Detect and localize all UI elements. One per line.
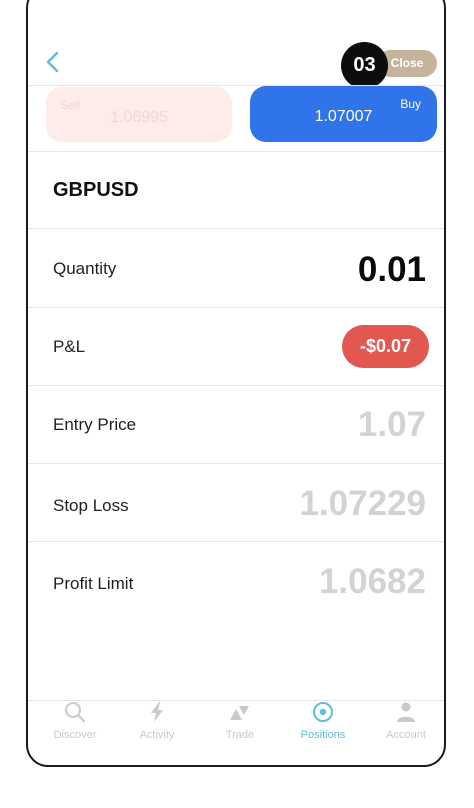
step-badge: 03 [341,42,388,89]
tab-discover[interactable]: Discover [33,693,117,765]
tab-label: Discover [53,729,97,741]
divider [28,541,444,542]
divider [28,307,444,308]
chevron-left-icon[interactable] [42,50,64,74]
tab-label: Account [386,729,426,741]
divider [28,228,444,229]
tab-label: Trade [225,729,255,741]
divider [28,463,444,464]
sell-price: 1.06995 [110,109,168,126]
buy-price: 1.07007 [314,108,373,125]
trade-icon [230,706,249,720]
tab-account[interactable]: Account [364,693,444,765]
stop-loss-label: Stop Loss [53,496,129,515]
tab-bar: Discover Activity Trade Positions Accoun… [28,693,444,765]
quantity-label: Quantity [53,259,117,278]
tab-label: Positions [300,729,346,741]
pnl-label: P&L [53,337,86,356]
divider [28,151,444,152]
pnl-badge: -$0.07 [342,325,429,368]
tab-trade[interactable]: Trade [198,693,282,765]
phone-frame: Close 03 Sell 1.06995 Buy 1.07007 GBPUSD… [26,0,446,767]
entry-price-label: Entry Price [53,415,137,434]
tab-label: Activity [139,729,175,741]
person-icon [397,702,415,722]
search-icon [65,702,86,723]
buy-button[interactable]: Buy 1.07007 [250,86,437,142]
tab-positions[interactable]: Positions [281,693,365,765]
quantity-value: 0.01 [357,250,426,289]
tab-activity[interactable]: Activity [115,693,199,765]
profit-limit-label: Profit Limit [53,574,134,593]
lightning-icon [151,702,163,722]
instrument-symbol: GBPUSD [53,179,139,201]
stop-loss-value[interactable]: 1.07229 [299,484,426,524]
divider [28,385,444,386]
profit-limit-value[interactable]: 1.0682 [319,562,426,602]
positions-icon [313,702,333,722]
sell-button[interactable]: Sell 1.06995 [46,87,232,142]
entry-price-value: 1.07 [357,405,426,444]
